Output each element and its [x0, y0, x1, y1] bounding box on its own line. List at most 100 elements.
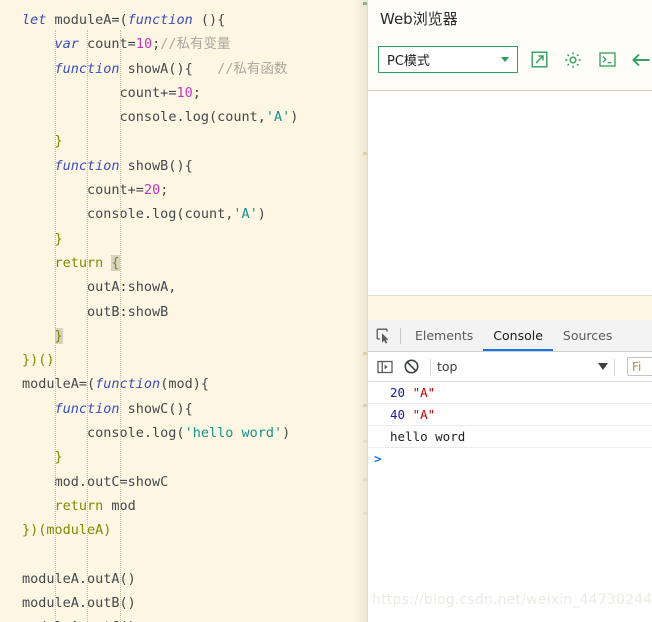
code-token: 'A' — [265, 109, 291, 126]
console-log-token: hello word — [390, 429, 466, 444]
code-token: moduleA.outA() — [22, 570, 136, 587]
code-line[interactable]: mod.outC=showC — [0, 470, 360, 494]
code-line[interactable]: moduleA.outA() — [0, 567, 360, 591]
code-line[interactable]: } — [0, 129, 360, 153]
code-line[interactable]: var count=10;//私有变量 — [0, 32, 360, 56]
console-log-row[interactable]: 40 "A" — [368, 404, 652, 426]
code-token: ) — [290, 109, 299, 126]
code-token: ) — [257, 206, 266, 223]
code-token: function — [54, 400, 128, 417]
code-token: count+= — [87, 182, 144, 199]
console-log-row[interactable]: hello word — [368, 426, 652, 448]
code-token: //私有函数 — [192, 60, 288, 77]
browser-panel-title: Web浏览器 — [380, 10, 458, 28]
console-output[interactable]: 20 "A" 40 "A" hello word > — [368, 382, 652, 622]
code-token: function — [95, 376, 161, 393]
code-token: { — [111, 254, 120, 271]
gear-icon[interactable] — [560, 47, 586, 73]
code-line[interactable] — [0, 543, 360, 567]
code-line[interactable]: console.log(count,'A') — [0, 202, 360, 226]
code-token: ) — [282, 425, 291, 442]
code-token: 20 — [143, 182, 161, 199]
console-input-prompt[interactable]: > — [368, 448, 652, 469]
console-context-selector[interactable]: top — [437, 359, 457, 374]
code-token: ; — [192, 84, 201, 101]
code-editor-pane[interactable]: let moduleA=(function (){ var count=10;/… — [0, 0, 367, 622]
code-token: (){ — [200, 12, 226, 28]
code-line[interactable]: })(moduleA) — [0, 518, 360, 542]
devtools-tabbar: Elements Console Sources — [368, 320, 652, 352]
code-line[interactable]: outB:showB — [0, 300, 360, 324]
terminal-icon[interactable] — [594, 47, 620, 73]
app-root: let moduleA=(function (){ var count=10;/… — [0, 0, 652, 622]
chevron-down-icon[interactable] — [598, 363, 608, 370]
code-editor-content[interactable]: let moduleA=(function (){ var count=10;/… — [0, 8, 360, 622]
devtools-panel: Elements Console Sources top Fi 20 "A" 4… — [368, 320, 652, 622]
code-line[interactable]: } — [0, 445, 360, 469]
console-log-token — [405, 385, 413, 400]
back-arrow-icon[interactable] — [628, 47, 652, 73]
open-external-icon[interactable] — [526, 47, 552, 73]
code-line[interactable]: count+=20; — [0, 178, 360, 202]
code-token: 'hello word' — [184, 425, 283, 442]
code-token: moduleA.outB() — [22, 595, 136, 612]
code-token: function — [127, 12, 201, 28]
device-mode-select[interactable]: PC模式 — [378, 46, 518, 73]
tab-sources[interactable]: Sources — [553, 321, 622, 351]
device-mode-value: PC模式 — [387, 54, 430, 69]
code-line[interactable]: count+=10; — [0, 81, 360, 105]
code-token: console.log(count, — [87, 206, 234, 223]
console-log-token — [405, 407, 413, 422]
code-token: })(moduleA) — [22, 522, 112, 539]
clear-console-icon[interactable] — [398, 354, 424, 380]
code-line[interactable]: moduleA.outB() — [0, 591, 360, 615]
code-token: mod — [111, 497, 136, 514]
code-line[interactable]: return mod — [0, 494, 360, 518]
code-token: } — [54, 133, 63, 150]
browser-viewport[interactable] — [368, 91, 652, 295]
code-token: function — [54, 60, 128, 77]
code-token: })() — [22, 352, 55, 369]
code-token: function — [54, 157, 128, 174]
code-line[interactable]: console.log('hello word') — [0, 421, 360, 445]
tab-elements[interactable]: Elements — [405, 321, 483, 351]
devtools-resize-handle[interactable] — [368, 295, 652, 320]
code-line[interactable]: function showB(){ — [0, 154, 360, 178]
code-line[interactable]: } — [0, 324, 360, 348]
console-log-row[interactable]: 20 "A" — [368, 382, 652, 404]
console-sidebar-toggle-icon[interactable] — [372, 354, 398, 380]
code-line[interactable]: return { — [0, 251, 360, 275]
code-line[interactable]: function showA(){ //私有函数 — [0, 57, 360, 81]
console-filter-input[interactable]: Fi — [627, 357, 652, 376]
tab-console[interactable]: Console — [483, 321, 553, 351]
code-token: //私有变量 — [160, 36, 231, 53]
browser-toolbar: PC模式 — [378, 46, 652, 73]
code-line[interactable]: console.log(count,'A') — [0, 105, 360, 129]
code-line[interactable]: outA:showA, — [0, 275, 360, 299]
code-line[interactable]: moduleA=(function(mod){ — [0, 372, 360, 396]
code-line[interactable]: function showC(){ — [0, 397, 360, 421]
code-token: showA(){ — [127, 60, 193, 77]
code-token: moduleA=( — [54, 12, 128, 28]
code-token: mod.outC=showC — [54, 473, 169, 490]
code-token: ; — [152, 36, 161, 53]
code-line[interactable]: } — [0, 227, 360, 251]
code-token: (mod){ — [160, 376, 209, 393]
inspect-element-icon[interactable] — [368, 321, 400, 351]
code-line[interactable]: let moduleA=(function (){ — [0, 8, 360, 32]
code-line[interactable]: moduleA.outC() — [0, 615, 360, 622]
code-line[interactable]: })() — [0, 348, 360, 372]
code-token: moduleA=( — [22, 376, 96, 393]
code-token: count+= — [119, 84, 177, 101]
